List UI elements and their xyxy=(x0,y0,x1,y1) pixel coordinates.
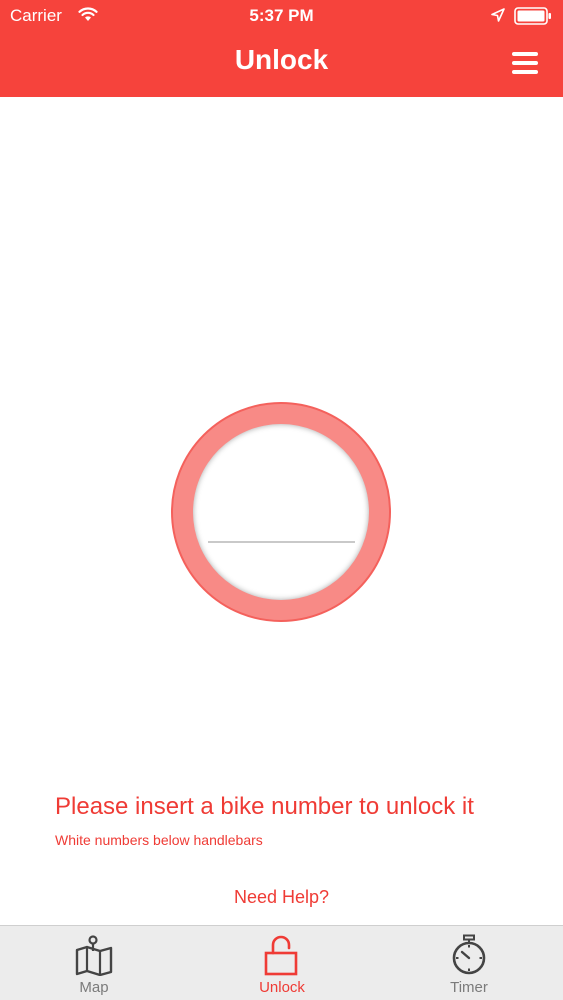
unlock-icon xyxy=(264,935,298,976)
header-bar: Carrier 5:37 PM Unlock xyxy=(0,0,563,97)
need-help-link[interactable]: Need Help? xyxy=(0,887,563,908)
tab-timer-label: Timer xyxy=(450,979,488,996)
status-bar: Carrier 5:37 PM xyxy=(0,0,563,34)
unlock-instruction: Please insert a bike number to unlock it xyxy=(55,793,474,820)
map-icon xyxy=(75,935,113,976)
status-time: 5:37 PM xyxy=(249,6,314,25)
tab-map-label: Map xyxy=(79,979,109,996)
tab-bar: Map Unlock Timer xyxy=(0,925,563,1000)
tab-unlock-label: Unlock xyxy=(259,979,305,996)
bike-number-input[interactable] xyxy=(208,505,355,543)
stopwatch-icon xyxy=(452,934,486,975)
unlock-screen: Carrier 5:37 PM Unlock Please insert a b… xyxy=(0,0,563,1000)
page-title: Unlock xyxy=(234,44,329,75)
tab-unlock[interactable]: Unlock xyxy=(188,926,376,1000)
unlock-hint: White numbers below handlebars xyxy=(55,832,263,848)
location-arrow-icon xyxy=(491,8,505,22)
tab-map[interactable]: Map xyxy=(0,926,188,1000)
hamburger-menu-icon[interactable] xyxy=(508,48,542,78)
tab-timer[interactable]: Timer xyxy=(375,926,563,1000)
battery-full-icon xyxy=(514,7,551,25)
